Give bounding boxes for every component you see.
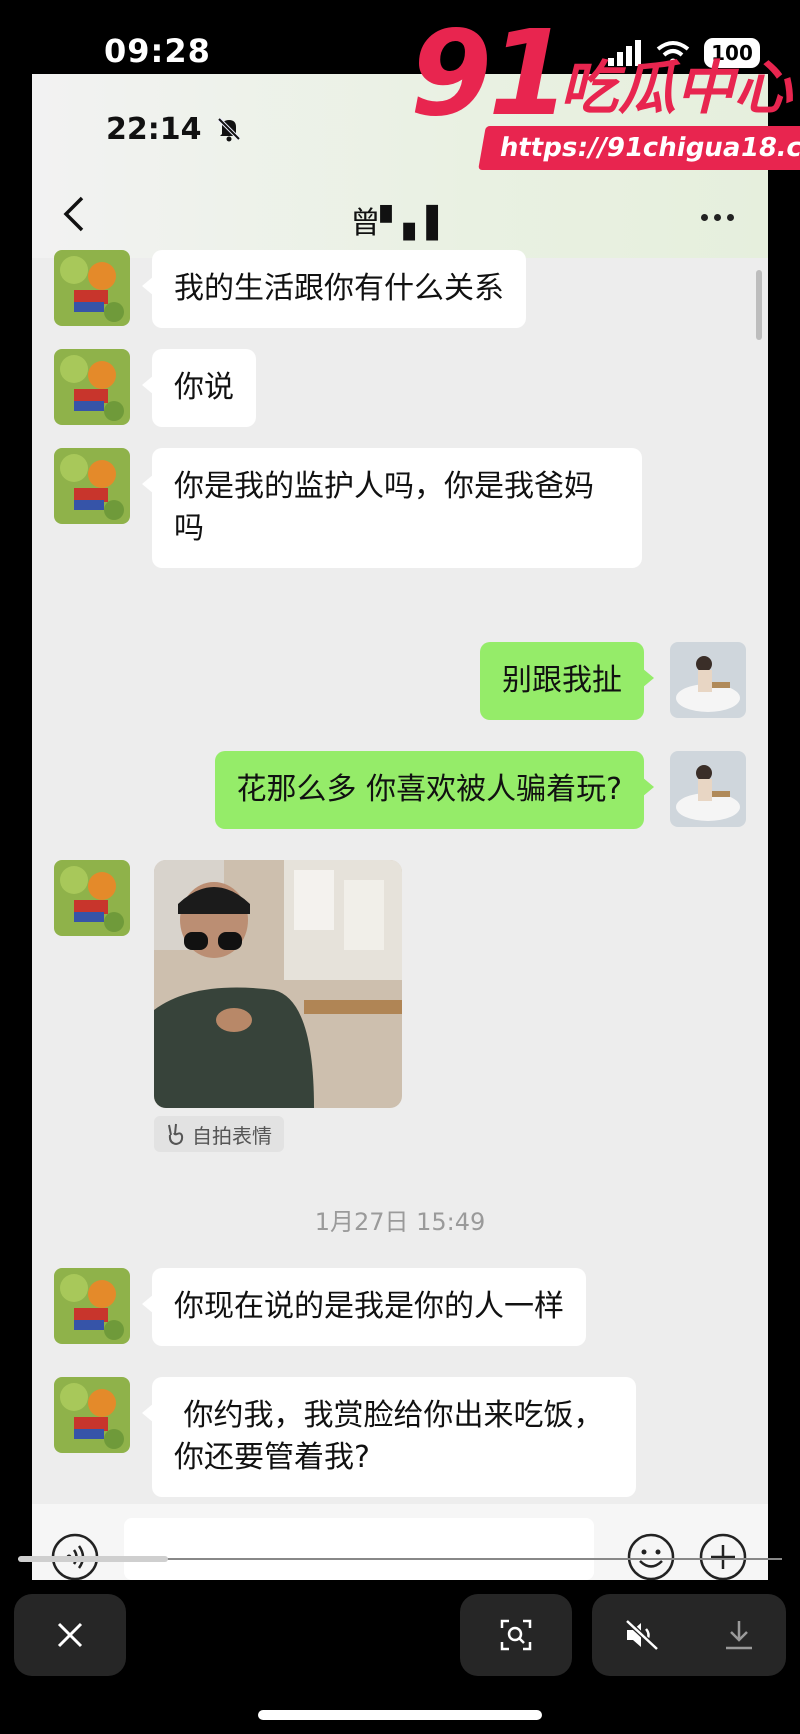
inner-status-time: 22:14 [106, 112, 242, 147]
message-bubble[interactable]: 花那么多 你喜欢被人骗着玩? [214, 751, 654, 829]
avatar[interactable] [54, 1268, 130, 1344]
avatar[interactable] [54, 349, 130, 425]
watermark-url: https://91chigua18.com [478, 126, 800, 170]
avatar[interactable] [54, 1377, 130, 1453]
watermark-number: 91 [410, 4, 570, 142]
avatar[interactable] [670, 642, 746, 718]
chat-timestamp: 1月27日 15:49 [314, 1208, 486, 1236]
lens-icon [500, 1619, 532, 1651]
message-bubble[interactable]: 你是我的监护人吗，你是我爸妈吗 [142, 448, 642, 568]
bell-off-icon [217, 117, 241, 142]
mute-icon[interactable] [624, 1619, 660, 1651]
plus-icon[interactable] [698, 1532, 748, 1580]
close-button[interactable] [14, 1594, 126, 1676]
home-indicator[interactable] [258, 1710, 542, 1720]
avatar[interactable] [54, 448, 130, 524]
more-icon[interactable] [695, 206, 734, 225]
message-bubble[interactable]: 别跟我扯 [480, 642, 654, 720]
victory-hand-icon [168, 1123, 184, 1145]
selfie-sticker-image[interactable] [154, 860, 402, 1108]
status-time: 09:28 [104, 32, 211, 70]
message-bubble[interactable]: 你约我，我赏脸给你出来吃饭，你还要管着我? [142, 1377, 636, 1497]
message-bubble[interactable]: 你说 [142, 349, 256, 427]
avatar[interactable] [670, 751, 746, 827]
close-icon [57, 1622, 83, 1648]
video-progress-fill[interactable] [18, 1556, 168, 1562]
watermark-text: 吃瓜中心 [560, 54, 793, 122]
chat-screenshot: 22:14 曾▘▖▌ 我的生活跟你有什么关系 你说 你是我的监护人吗，你是我爸妈… [32, 74, 768, 1580]
avatar[interactable] [54, 250, 130, 326]
message-input[interactable] [124, 1518, 594, 1580]
message-bubble[interactable]: 我的生活跟你有什么关系 [142, 250, 526, 328]
message-bubble[interactable]: 你现在说的是我是你的人一样 [142, 1268, 586, 1346]
selfie-sticker-tag[interactable]: 自拍表情 [154, 1116, 284, 1152]
chat-title: 曾▘▖▌ [350, 206, 450, 241]
download-icon[interactable] [723, 1618, 755, 1652]
media-actions [592, 1594, 786, 1676]
emoji-icon[interactable] [626, 1532, 676, 1580]
lens-button[interactable] [460, 1594, 572, 1676]
avatar[interactable] [54, 860, 130, 936]
scrollbar[interactable] [756, 270, 762, 340]
